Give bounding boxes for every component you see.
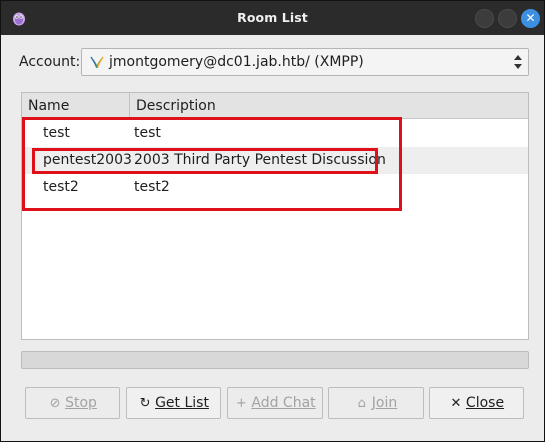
window-title: Room List (237, 10, 308, 25)
account-dropdown[interactable]: jmontgomery@dc01.jab.htb/ (XMPP) (81, 48, 529, 76)
stop-icon: ⊘ (49, 396, 61, 411)
progress-bar (21, 351, 529, 369)
close-icon: ✕ (450, 396, 462, 411)
join-button[interactable]: ⌂ Join (328, 387, 424, 419)
title-bar[interactable]: Room List ✕ (1, 1, 544, 35)
highlight-box-pentest (32, 148, 378, 174)
minimize-button[interactable] (475, 9, 494, 28)
maximize-button[interactable] (498, 9, 517, 28)
stop-button[interactable]: ⊘ Stop (25, 387, 120, 419)
xmpp-icon (90, 56, 104, 68)
add-icon: + (235, 396, 247, 411)
close-window-button[interactable]: ✕ (521, 9, 540, 28)
column-header-description[interactable]: Description (130, 93, 528, 119)
join-icon: ⌂ (357, 396, 366, 411)
updown-arrow-icon (514, 55, 522, 69)
refresh-icon: ↻ (139, 396, 151, 411)
close-button[interactable]: ✕ Close (429, 387, 524, 419)
column-header-name[interactable]: Name (22, 93, 130, 119)
get-list-button[interactable]: ↻ Get List (126, 387, 221, 419)
close-icon: ✕ (525, 11, 536, 25)
add-chat-button[interactable]: + Add Chat (227, 387, 323, 419)
room-list-window: Room List ✕ Account: jmontgomery@dc01.ja… (0, 0, 545, 442)
table-header: Name Description (22, 93, 528, 119)
account-label: Account: (19, 54, 81, 70)
account-value: jmontgomery@dc01.jab.htb/ (XMPP) (109, 54, 364, 70)
